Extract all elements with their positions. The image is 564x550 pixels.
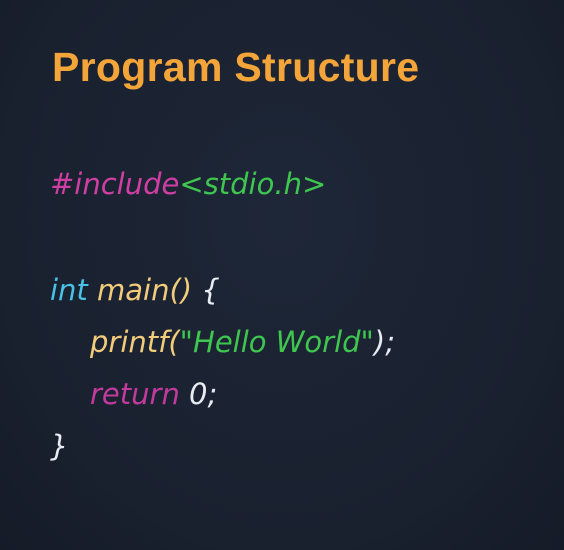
function-call: printf( (90, 325, 180, 359)
close-brace: } (50, 429, 69, 463)
header-name: <stdio.h> (179, 167, 327, 201)
function-name: main() (97, 273, 193, 307)
return-type: int (50, 273, 88, 307)
code-line-printf: printf("Hello World"); (90, 324, 395, 360)
return-keyword: return (90, 377, 180, 411)
statement-end: ); (373, 325, 395, 359)
code-line-main: int main() { (50, 272, 220, 308)
return-value: 0 (189, 377, 208, 411)
statement-end: ; (207, 377, 218, 411)
code-line-close: } (50, 428, 68, 464)
code-line-return: return 0; (90, 376, 217, 412)
code-block: #include<stdio.h> int main() { printf("H… (50, 0, 550, 550)
string-literal: "Hello World" (179, 325, 374, 359)
code-line-include: #include<stdio.h> (50, 166, 326, 202)
slide: Program Structure #include<stdio.h> int … (0, 0, 564, 550)
preprocessor-directive: #include (50, 167, 180, 201)
open-brace: { (192, 273, 220, 307)
